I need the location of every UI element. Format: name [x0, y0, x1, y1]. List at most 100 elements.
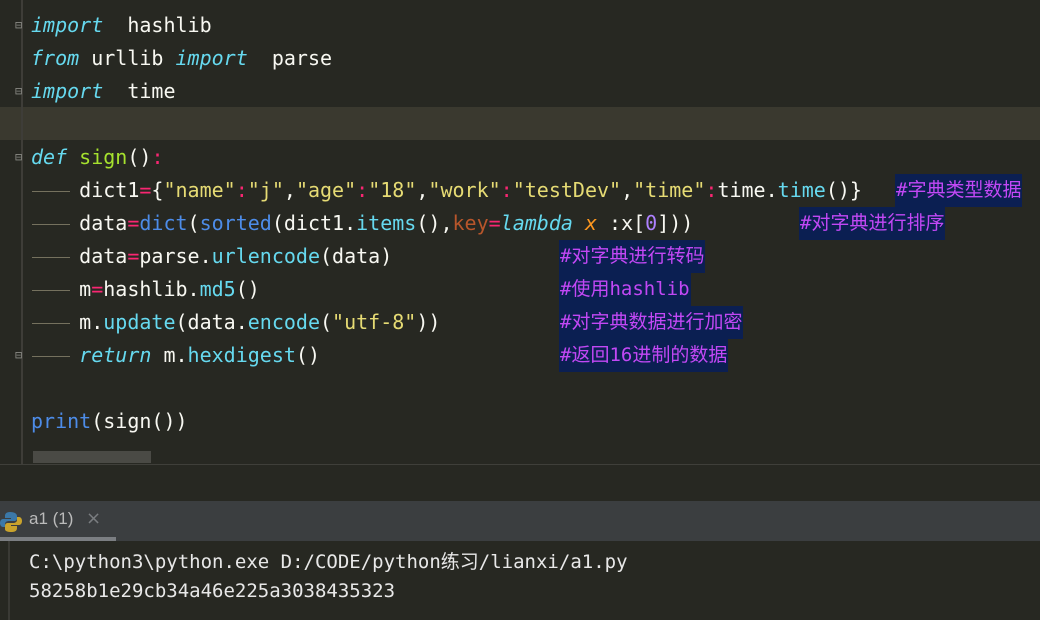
code-comment: #对字典数据进行加密 [559, 306, 744, 339]
code-token: : [356, 178, 369, 202]
code-token: hexdigest [187, 343, 296, 367]
console-command-line: C:\python3\python.exe D:/CODE/python练习/l… [29, 551, 628, 573]
code-token: ( [320, 310, 333, 334]
code-token: parse. [139, 244, 212, 268]
code-token: "work" [428, 178, 501, 202]
code-token: "18" [368, 178, 417, 202]
run-console[interactable]: C:\python3\python.exe D:/CODE/python练习/l… [0, 541, 1040, 620]
indent-guide [32, 191, 70, 192]
code-token: "utf-8" [332, 310, 417, 334]
code-token: print [31, 409, 92, 433]
code-token: = [127, 244, 140, 268]
indent-guide [32, 290, 70, 291]
code-token: from [31, 46, 80, 70]
code-token: import [31, 79, 104, 103]
python-icon [0, 512, 22, 532]
code-token: (), [416, 211, 453, 235]
code-token: x [584, 211, 597, 235]
fold-marker-icon[interactable]: ⊟ [15, 349, 27, 362]
code-comment: #对字典进行转码 [559, 240, 706, 273]
code-token: data [31, 211, 128, 235]
code-token: update [103, 310, 176, 334]
code-comment: #对字典进行排序 [799, 207, 946, 240]
code-token: m. [151, 343, 188, 367]
code-token: : [500, 178, 513, 202]
code-token: = [91, 277, 104, 301]
code-token: hashlib. [103, 277, 200, 301]
code-token: "age" [295, 178, 357, 202]
code-token: encode [247, 310, 320, 334]
code-token: (sign()) [91, 409, 188, 433]
code-line[interactable]: m.update(data.encode("utf-8")) [31, 306, 440, 339]
code-token: import [31, 13, 104, 37]
code-token: "testDev" [512, 178, 622, 202]
code-token: )) [416, 310, 441, 334]
run-tab-label: a1 (1) [29, 509, 74, 528]
code-line[interactable]: from urllib import parse [31, 42, 332, 75]
code-comment: #返回16进制的数据 [559, 339, 729, 372]
code-token: dict1 [31, 178, 140, 202]
fold-marker-icon[interactable]: ⊟ [15, 19, 27, 32]
code-token: = [139, 178, 152, 202]
code-token: : [705, 178, 718, 202]
code-token: time [103, 79, 176, 103]
code-token: m. [31, 310, 104, 334]
code-line[interactable]: import hashlib [31, 9, 212, 42]
fold-marker-icon[interactable]: ⊟ [15, 85, 27, 98]
code-token: (data. [175, 310, 248, 334]
code-line[interactable]: def sign(): [31, 141, 163, 174]
current-line-highlight [0, 107, 1040, 140]
splitter[interactable] [0, 465, 1040, 501]
code-token: import [175, 46, 248, 70]
code-token: time. [717, 178, 778, 202]
code-token: (data) [320, 244, 393, 268]
code-comment: #使用hashlib [559, 273, 691, 306]
fold-marker-icon[interactable]: ⊟ [15, 151, 27, 164]
code-line[interactable]: data=parse.urlencode(data) [31, 240, 392, 273]
indent-guide [32, 323, 70, 324]
code-token: time [777, 178, 826, 202]
horizontal-scrollbar[interactable] [33, 451, 151, 463]
code-token: () [235, 277, 260, 301]
code-line[interactable]: return m.hexdigest() [31, 339, 320, 372]
code-token: { [151, 178, 164, 202]
code-line[interactable]: print(sign()) [31, 405, 188, 438]
code-line[interactable]: dict1={"name":"j","age":"18","work":"tes… [31, 174, 862, 207]
code-token: return [79, 343, 152, 367]
gutter [21, 0, 23, 464]
close-icon[interactable]: × [86, 508, 101, 529]
code-token: 0 [645, 211, 658, 235]
code-token: items [356, 211, 417, 235]
code-token: (dict1. [271, 211, 357, 235]
code-token: "name" [163, 178, 236, 202]
code-token: hashlib [103, 13, 212, 37]
code-token: ])) [657, 211, 694, 235]
code-token: m [31, 277, 92, 301]
code-token: () [295, 343, 321, 367]
code-token: dict [139, 211, 188, 235]
code-editor[interactable]: import hashlib ⊟ from urllib import parse i… [0, 0, 1040, 464]
code-token: sign [79, 145, 128, 169]
code-token: def [31, 145, 68, 169]
code-token: ( [187, 211, 200, 235]
code-token: ()} [825, 178, 862, 202]
code-token: : [235, 178, 248, 202]
indent-guide [32, 224, 70, 225]
code-token: "j" [247, 178, 284, 202]
code-token: , [416, 178, 429, 202]
code-line[interactable]: import time [31, 75, 176, 108]
code-token: :x[ [597, 211, 646, 235]
code-token: "time" [633, 178, 706, 202]
run-tab-bar: a1 (1) × [0, 501, 1040, 541]
code-token: , [283, 178, 296, 202]
console-output-line: 58258b1e29cb34a46e225a3038435323 [29, 580, 396, 602]
run-tab-a1[interactable]: a1 (1) × [0, 501, 116, 541]
code-token: : [151, 145, 164, 169]
code-token: lambda [500, 211, 573, 235]
code-token: = [127, 211, 140, 235]
code-line[interactable]: data=dict(sorted(dict1.items(),key=lambd… [31, 207, 693, 240]
code-token: data [31, 244, 128, 268]
